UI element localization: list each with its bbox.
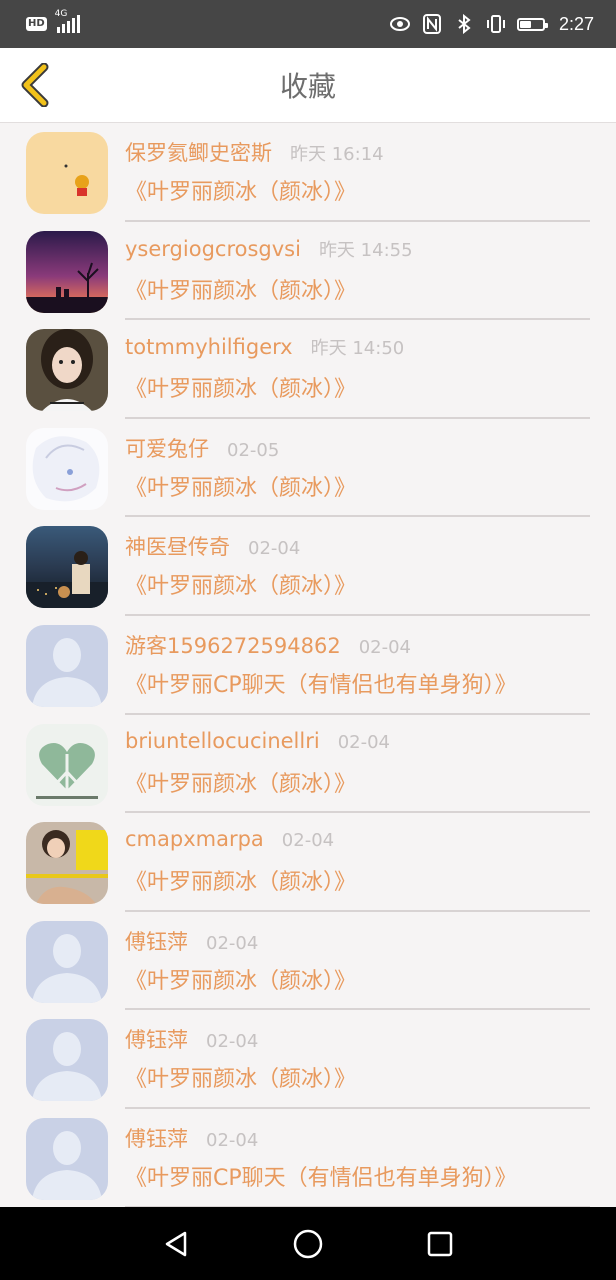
signal-icon: 4G — [55, 9, 80, 33]
favorite-item[interactable]: 游客1596272594862 02-04 《叶罗丽CP聊天（有情侣也有单身狗）》 — [0, 616, 616, 715]
nav-recents-button[interactable] — [410, 1214, 470, 1274]
user-name[interactable]: totmmyhilfigerx — [125, 335, 293, 359]
favorite-item[interactable]: briuntellocucinellri 02-04 《叶罗丽颜冰（颜冰）》 — [0, 715, 616, 814]
favorite-item[interactable]: 傅钰萍 02-04 《叶罗丽颜冰（颜冰）》 — [0, 912, 616, 1011]
favorite-title[interactable]: 《叶罗丽颜冰（颜冰）》 — [125, 371, 356, 403]
avatar[interactable] — [26, 329, 108, 412]
item-head: 可爱兔仔 02-05 — [125, 433, 279, 467]
nav-back-button[interactable] — [146, 1214, 206, 1274]
item-head: totmmyhilfigerx 昨天 14:50 — [125, 334, 404, 368]
favorite-item[interactable]: 保罗氦鲫史密斯 昨天 16:14 《叶罗丽颜冰（颜冰）》 — [0, 123, 616, 222]
page-title: 收藏 — [279, 70, 336, 103]
user-name[interactable]: 游客1596272594862 — [125, 630, 341, 660]
avatar[interactable] — [26, 822, 108, 905]
favorite-title[interactable]: 《叶罗丽颜冰（颜冰）》 — [125, 568, 356, 600]
favorite-item[interactable]: totmmyhilfigerx 昨天 14:50 《叶罗丽颜冰（颜冰）》 — [0, 320, 616, 419]
favorite-item[interactable]: 神医昼传奇 02-04 《叶罗丽颜冰（颜冰）》 — [0, 517, 616, 616]
favorite-title[interactable]: 《叶罗丽CP聊天（有情侣也有单身狗）》 — [125, 667, 517, 699]
user-name[interactable]: ysergiogcrosgvsi — [125, 237, 301, 261]
item-head: 傅钰萍 02-04 — [125, 1024, 258, 1058]
user-name[interactable]: 傅钰萍 — [125, 1123, 188, 1153]
item-head: ysergiogcrosgvsi 昨天 14:55 — [125, 236, 413, 270]
item-head: 保罗氦鲫史密斯 昨天 16:14 — [125, 137, 384, 171]
avatar[interactable] — [26, 723, 108, 806]
user-name[interactable]: 傅钰萍 — [125, 926, 188, 956]
status-right: 2:27 — [389, 13, 594, 35]
eye-comfort-icon — [389, 13, 411, 35]
header: 收藏 — [0, 48, 616, 123]
favorite-title[interactable]: 《叶罗丽颜冰（颜冰）》 — [125, 864, 356, 896]
favorite-item[interactable]: 傅钰萍 02-04 《叶罗丽CP聊天（有情侣也有单身狗）》 — [0, 1109, 616, 1208]
network-type: 4G — [54, 9, 68, 19]
square-recents-icon — [427, 1231, 453, 1256]
avatar[interactable] — [26, 230, 108, 313]
clock: 2:27 — [558, 13, 594, 34]
item-head: 傅钰萍 02-04 — [125, 926, 258, 960]
favorite-title[interactable]: 《叶罗丽颜冰（颜冰）》 — [125, 963, 356, 995]
favorite-title[interactable]: 《叶罗丽颜冰（颜冰）》 — [125, 1061, 356, 1093]
user-name[interactable]: 傅钰萍 — [125, 1024, 188, 1054]
favorite-item[interactable]: 可爱兔仔 02-05 《叶罗丽颜冰（颜冰）》 — [0, 419, 616, 518]
avatar[interactable] — [26, 132, 108, 214]
nav-home-button[interactable] — [278, 1214, 338, 1274]
avatar[interactable] — [26, 1019, 108, 1102]
back-button[interactable] — [10, 60, 60, 110]
favorite-time: 02-04 — [337, 731, 391, 753]
vibrate-icon — [485, 13, 507, 35]
avatar[interactable] — [26, 1117, 108, 1200]
avatar[interactable] — [26, 427, 108, 510]
user-name[interactable]: 可爱兔仔 — [125, 433, 209, 463]
triangle-back-icon — [165, 1231, 187, 1256]
item-head: 游客1596272594862 02-04 — [125, 630, 411, 664]
user-name[interactable]: briuntellocucinellri — [125, 729, 320, 753]
avatar[interactable] — [26, 624, 108, 707]
chevron-left-icon — [21, 63, 49, 107]
favorite-title[interactable]: 《叶罗丽颜冰（颜冰）》 — [125, 470, 356, 502]
avatar[interactable] — [26, 920, 108, 1003]
favorite-title[interactable]: 《叶罗丽CP聊天（有情侣也有单身狗）》 — [125, 1160, 517, 1192]
favorite-time: 02-04 — [358, 636, 412, 658]
favorite-time: 昨天 14:50 — [310, 338, 405, 360]
status-left: HD 4G — [26, 9, 80, 33]
favorite-title[interactable]: 《叶罗丽颜冰（颜冰）》 — [125, 273, 356, 305]
favorite-item[interactable]: cmapxmarpa 02-04 《叶罗丽颜冰（颜冰）》 — [0, 813, 616, 912]
favorite-item[interactable]: ysergiogcrosgvsi 昨天 14:55 《叶罗丽颜冰（颜冰）》 — [0, 222, 616, 321]
favorite-time: 02-05 — [227, 439, 280, 461]
favorite-time: 昨天 14:55 — [318, 239, 413, 261]
favorite-title[interactable]: 《叶罗丽颜冰（颜冰）》 — [125, 766, 356, 798]
bluetooth-icon — [453, 13, 475, 35]
user-name[interactable]: cmapxmarpa — [125, 827, 264, 851]
favorite-item[interactable]: 傅钰萍 02-04 《叶罗丽颜冰（颜冰）》 — [0, 1010, 616, 1109]
circle-home-icon — [293, 1229, 323, 1258]
battery-icon — [516, 17, 548, 31]
hd-badge: HD — [26, 17, 47, 31]
status-bar: HD 4G 2:27 — [0, 0, 616, 48]
avatar[interactable] — [26, 526, 108, 609]
item-head: briuntellocucinellri 02-04 — [125, 729, 390, 763]
favorite-title[interactable]: 《叶罗丽颜冰（颜冰）》 — [125, 174, 356, 206]
item-head: 神医昼传奇 02-04 — [125, 531, 300, 565]
favorites-list: 保罗氦鲫史密斯 昨天 16:14 《叶罗丽颜冰（颜冰）》 ysergiogcrosgv… — [0, 123, 616, 1208]
item-head: 傅钰萍 02-04 — [125, 1123, 258, 1157]
user-name[interactable]: 保罗氦鲫史密斯 — [125, 137, 272, 167]
favorite-time: 02-04 — [281, 830, 335, 852]
favorite-time: 02-04 — [206, 1031, 259, 1053]
favorite-time: 02-04 — [248, 538, 301, 560]
favorite-time: 02-04 — [206, 932, 259, 954]
item-head: cmapxmarpa 02-04 — [125, 827, 334, 861]
user-name[interactable]: 神医昼传奇 — [125, 531, 230, 561]
battery-fill — [519, 20, 531, 28]
system-nav-bar — [0, 1207, 616, 1280]
favorite-time: 02-04 — [206, 1129, 259, 1151]
nfc-icon — [421, 13, 443, 35]
favorite-time: 昨天 16:14 — [290, 144, 384, 165]
